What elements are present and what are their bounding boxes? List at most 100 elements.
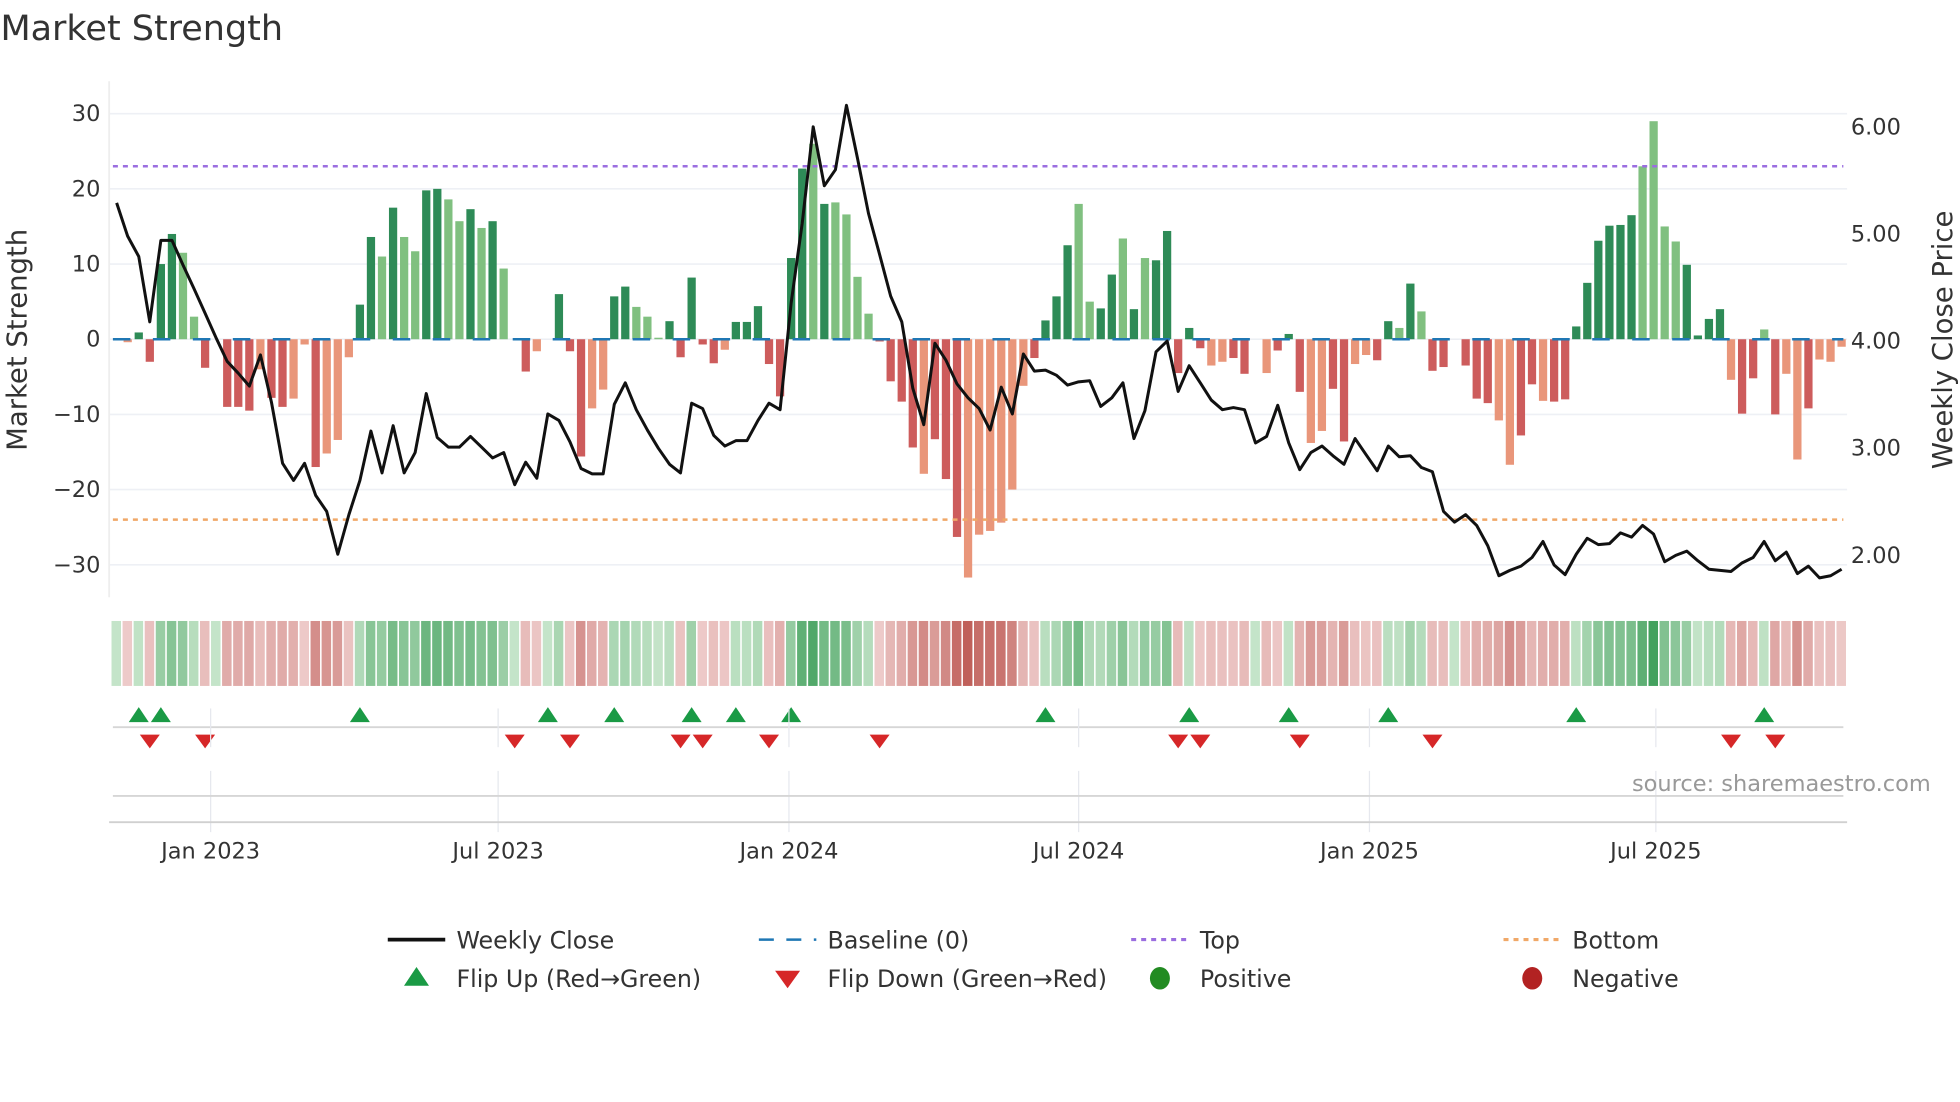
heat-cell <box>852 620 862 686</box>
strength-bar <box>488 221 497 340</box>
flip-up-marker <box>681 707 702 723</box>
strength-bar <box>366 236 376 340</box>
flip-up-marker <box>1754 707 1775 723</box>
flip-down-marker <box>1168 734 1189 749</box>
heat-cell <box>962 620 973 686</box>
strength-bar <box>897 339 906 402</box>
strength-bar <box>1262 339 1271 374</box>
strength-bar <box>1693 335 1702 340</box>
strength-bar <box>1151 260 1161 340</box>
heat-cell <box>675 620 685 686</box>
strength-bar <box>1483 339 1492 404</box>
heat-cell <box>487 620 497 686</box>
heat-cell <box>443 620 453 686</box>
market-strength-chart: Market Strength 30 20 10 0 −10 −20 −30 6.00 5.0… <box>0 9 1959 993</box>
heat-cell <box>1040 620 1050 686</box>
strength-bar <box>831 202 840 340</box>
strength-bar <box>599 339 608 390</box>
heat-cell <box>233 620 243 686</box>
circle-icon <box>1149 967 1170 990</box>
strength-bar <box>300 339 309 345</box>
heat-cell <box>1438 620 1448 686</box>
strength-bar <box>1384 321 1393 340</box>
heat-cell <box>421 620 431 686</box>
flip-down-marker <box>1190 734 1211 749</box>
strength-bar <box>289 339 298 399</box>
strength-bar <box>1417 311 1426 340</box>
strength-bar <box>1494 339 1503 421</box>
heat-cell <box>211 620 221 686</box>
flip-up-marker <box>1179 707 1200 723</box>
strength-bar <box>1063 245 1072 340</box>
y-right-tick-label: 4.00 <box>1851 329 1901 355</box>
heat-cell <box>1604 620 1614 686</box>
strength-bar <box>1406 283 1415 340</box>
heat-cell <box>1781 620 1791 686</box>
legend-item-top: Top <box>1131 926 1240 954</box>
strength-bar <box>1527 339 1537 385</box>
strength-bar <box>1207 339 1216 366</box>
strength-bar <box>1704 318 1714 340</box>
heat-cell <box>708 620 719 686</box>
heat-cell <box>1206 620 1216 686</box>
strength-bar <box>753 306 763 340</box>
heat-cell <box>1615 620 1625 686</box>
strength-bar <box>1162 230 1172 340</box>
y-right-tick-label: 6.00 <box>1851 114 1901 140</box>
flip-down-marker <box>1721 734 1742 749</box>
heat-cell <box>1405 620 1415 686</box>
strength-bar <box>1594 240 1603 340</box>
heat-cell <box>476 620 486 686</box>
left-y-ticks: 30 20 10 0 −10 −20 −30 <box>53 101 100 578</box>
heat-cell <box>1272 620 1283 686</box>
strength-bar <box>444 199 453 340</box>
flip-down-marker <box>1765 734 1786 749</box>
heat-cell <box>1195 620 1205 686</box>
y-tick-label: −10 <box>53 402 100 428</box>
strength-bar <box>1052 296 1061 340</box>
heat-cell <box>1095 620 1106 686</box>
y-right-tick-label: 5.00 <box>1851 221 1901 247</box>
heat-cell <box>1648 620 1659 686</box>
heat-cell <box>1482 620 1493 686</box>
legend: Weekly Close Baseline (0) Top Bottom Flip Up… <box>387 926 1679 993</box>
heat-cell <box>387 620 398 686</box>
heat-cell <box>166 620 177 686</box>
legend-item-baseline-0: Baseline (0) <box>758 926 969 954</box>
heat-cell <box>974 620 984 686</box>
x-tick-label: Jul 2025 <box>1608 838 1701 864</box>
legend-label: Flip Down (Green→Red) <box>828 965 1107 993</box>
heat-cell <box>1670 620 1681 686</box>
legend-item-flip-down-green-red: Flip Down (Green→Red) <box>775 965 1107 993</box>
flip-up-marker <box>150 707 171 723</box>
heat-cell <box>1073 620 1084 686</box>
x-tick-label: Jan 2024 <box>737 838 838 864</box>
heat-cell <box>1128 620 1139 686</box>
strength-bar <box>676 339 685 358</box>
source-credit: source: sharemaestro.com <box>1632 771 1931 797</box>
strength-bar <box>1583 282 1592 340</box>
flip-up-marker <box>725 707 746 723</box>
strength-bar <box>1306 339 1315 443</box>
heat-cell <box>1217 620 1227 686</box>
heat-cell <box>188 620 199 686</box>
heat-cell <box>907 620 918 686</box>
y-tick-label: 30 <box>72 101 101 127</box>
heat-cell <box>277 620 287 686</box>
strength-bar <box>223 339 232 407</box>
heat-cell <box>1526 620 1537 686</box>
flip-up-marker <box>537 707 558 723</box>
heat-cell <box>332 620 343 686</box>
strength-bar <box>554 294 564 340</box>
strength-bar <box>643 316 652 340</box>
heat-cell <box>1725 620 1736 686</box>
right-y-ticks: 6.00 5.00 4.00 3.00 2.00 <box>1851 114 1901 569</box>
heat-cell <box>1714 620 1725 686</box>
strength-bar <box>610 296 619 340</box>
strength-bar <box>952 339 962 537</box>
heat-cell <box>354 620 365 686</box>
flip-up-marker <box>1566 707 1587 723</box>
legend-item-bottom: Bottom <box>1503 926 1659 954</box>
heat-cell <box>819 620 829 686</box>
heat-cell <box>1736 620 1747 686</box>
